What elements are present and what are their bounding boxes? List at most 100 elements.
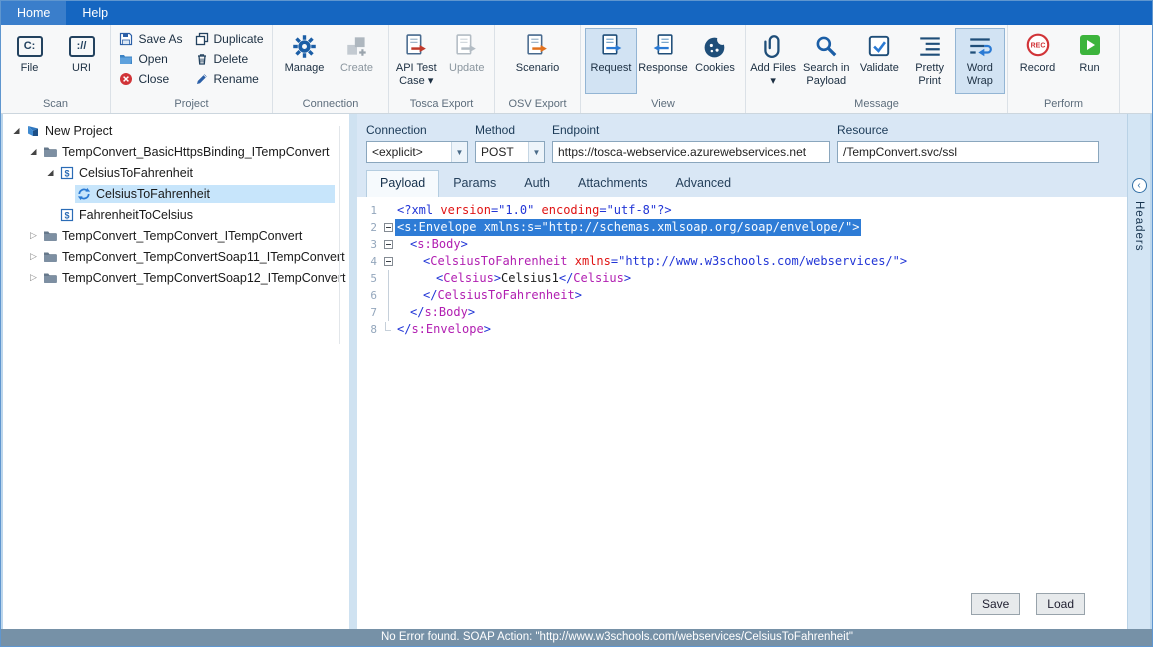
- duplicate-button[interactable]: Duplicate: [195, 31, 264, 47]
- tab-advanced[interactable]: Advanced: [661, 170, 745, 197]
- fold-gutter: [381, 321, 395, 338]
- response-view-button[interactable]: Response: [637, 28, 689, 94]
- tree-item[interactable]: ▷TempConvert_TempConvertSoap12_ITempConv…: [3, 267, 349, 288]
- open-button[interactable]: Open: [119, 51, 182, 67]
- cookies-view-button[interactable]: Cookies: [689, 28, 741, 94]
- method-select[interactable]: POST ▼: [475, 141, 545, 163]
- tree-item[interactable]: ◢New Project: [3, 120, 349, 141]
- line-number: 1: [357, 202, 381, 219]
- create-icon: [342, 31, 372, 61]
- rename-button[interactable]: Rename: [195, 71, 264, 87]
- group-label-connection: Connection: [273, 97, 388, 113]
- request-panel: Connection <explicit> ▼ Method POST ▼: [357, 114, 1127, 631]
- tree-item[interactable]: ▷TempConvert_TempConvert_ITempConvert: [3, 225, 349, 246]
- ribbon-group-perform: REC Record Run Perform: [1008, 25, 1120, 113]
- group-label-perform: Perform: [1008, 97, 1119, 113]
- tree-expander-icon[interactable]: ◢: [43, 168, 58, 177]
- tree-item-label: CelsiusToFahrenheit: [79, 166, 193, 180]
- save-button[interactable]: Save: [971, 593, 1020, 615]
- uri-scan-button[interactable]: :// URI: [56, 28, 108, 94]
- ribbon-group-message: Add Files ▾ Search in Payload Validate: [746, 25, 1008, 113]
- request-view-button[interactable]: Request: [585, 28, 637, 94]
- close-icon: [119, 72, 133, 86]
- fold-collapse-icon[interactable]: [381, 253, 395, 270]
- line-number: 8: [357, 321, 381, 338]
- tree-item[interactable]: CelsiusToFahrenheit: [3, 183, 349, 204]
- scenario-button[interactable]: Scenario: [509, 28, 567, 94]
- tab-params[interactable]: Params: [439, 170, 510, 197]
- ribbon-group-osv-export: Scenario OSV Export: [495, 25, 581, 113]
- tree-item[interactable]: ▷TempConvert_TempConvertSoap11_ITempConv…: [3, 246, 349, 267]
- tree-expander-icon[interactable]: ▷: [26, 251, 41, 262]
- tab-payload[interactable]: Payload: [366, 170, 439, 197]
- tree-item[interactable]: ◢ $ CelsiusToFahrenheit: [3, 162, 349, 183]
- tree-item-label: CelsiusToFahrenheit: [96, 187, 210, 201]
- endpoint-label: Endpoint: [552, 122, 830, 141]
- status-text: No Error found. SOAP Action: "http://www…: [381, 631, 853, 643]
- line-number: 3: [357, 236, 381, 253]
- record-button[interactable]: REC Record: [1012, 28, 1064, 94]
- tab-help[interactable]: Help: [66, 1, 124, 25]
- ribbon-group-tosca-export: API Test Case ▾ Update Tosca Export: [389, 25, 495, 113]
- tree-expander-icon[interactable]: ▷: [26, 272, 41, 283]
- connection-select[interactable]: <explicit> ▼: [366, 141, 468, 163]
- create-connection-button[interactable]: Create: [331, 28, 383, 94]
- code-line[interactable]: 2<s:Envelope xmlns:s="http://schemas.xml…: [357, 219, 1127, 236]
- code-line[interactable]: 8</s:Envelope>: [357, 321, 1127, 338]
- group-label-project: Project: [111, 97, 272, 113]
- tab-home[interactable]: Home: [1, 1, 66, 25]
- validate-button[interactable]: Validate: [854, 28, 904, 94]
- payload-editor[interactable]: 1<?xml version="1.0" encoding="utf-8"?>2…: [357, 197, 1127, 631]
- app-window: Home Help C: File :// URI Scan: [0, 0, 1153, 647]
- code-line[interactable]: 7</s:Body>: [357, 304, 1127, 321]
- line-number: 7: [357, 304, 381, 321]
- fold-collapse-icon[interactable]: [381, 236, 395, 253]
- code-line[interactable]: 3<s:Body>: [357, 236, 1127, 253]
- request-icon: [596, 31, 626, 61]
- tree-item-label: TempConvert_BasicHttpsBinding_ITempConve…: [62, 145, 330, 159]
- load-button[interactable]: Load: [1036, 593, 1085, 615]
- tree-item[interactable]: $FahrenheitToCelsius: [3, 204, 349, 225]
- word-wrap-button[interactable]: Word Wrap: [955, 28, 1005, 94]
- tree-item[interactable]: ◢ TempConvert_BasicHttpsBinding_ITempConv…: [3, 141, 349, 162]
- expand-headers-icon[interactable]: ‹: [1132, 178, 1147, 193]
- tree-scrollbar[interactable]: [339, 126, 340, 344]
- run-button[interactable]: Run: [1064, 28, 1116, 94]
- resource-input[interactable]: [837, 141, 1099, 163]
- fold-collapse-icon[interactable]: [381, 219, 395, 236]
- svg-text:$: $: [64, 168, 69, 178]
- code-line[interactable]: 5<Celsius>Celsius1</Celsius>: [357, 270, 1127, 287]
- tree-expander-icon[interactable]: ◢: [26, 147, 41, 156]
- save-as-button[interactable]: Save As: [119, 31, 182, 47]
- file-scan-button[interactable]: C: File: [4, 28, 56, 94]
- word-wrap-icon: [965, 31, 995, 61]
- pretty-print-button[interactable]: Pretty Print: [905, 28, 955, 94]
- ribbon-group-view: Request Response Cookies View: [581, 25, 746, 113]
- headers-panel-label[interactable]: Headers: [1133, 201, 1145, 251]
- tab-auth[interactable]: Auth: [510, 170, 564, 197]
- project-tree: ◢New Project◢TempConvert_BasicHttpsBindi…: [3, 120, 349, 288]
- tree-expander-icon[interactable]: ◢: [9, 126, 24, 135]
- api-test-case-icon: [401, 31, 431, 61]
- code-line[interactable]: 1<?xml version="1.0" encoding="utf-8"?>: [357, 202, 1127, 219]
- search-in-payload-button[interactable]: Search in Payload: [798, 28, 854, 94]
- code-line[interactable]: 6</CelsiusToFahrenheit>: [357, 287, 1127, 304]
- scenario-icon: [523, 31, 553, 61]
- group-label-message: Message: [746, 97, 1007, 113]
- group-label-scan: Scan: [1, 97, 110, 113]
- endpoint-input[interactable]: [552, 141, 830, 163]
- duplicate-icon: [195, 32, 209, 46]
- add-files-button[interactable]: Add Files ▾: [748, 28, 798, 94]
- api-test-case-button[interactable]: API Test Case ▾: [391, 28, 442, 94]
- payload-tabs: Payload Params Auth Attachments Advanced: [366, 170, 1119, 197]
- tab-attachments[interactable]: Attachments: [564, 170, 661, 197]
- pretty-print-icon: [915, 31, 945, 61]
- close-button[interactable]: Close: [119, 71, 182, 87]
- update-button[interactable]: Update: [442, 28, 493, 94]
- code-line[interactable]: 4<CelsiusToFahrenheit xmlns="http://www.…: [357, 253, 1127, 270]
- tree-expander-icon[interactable]: ▷: [26, 230, 41, 241]
- manage-connection-button[interactable]: Manage: [279, 28, 331, 94]
- fold-gutter: [381, 270, 395, 287]
- delete-button[interactable]: Delete: [195, 51, 264, 67]
- ribbon-group-scan: C: File :// URI Scan: [1, 25, 111, 113]
